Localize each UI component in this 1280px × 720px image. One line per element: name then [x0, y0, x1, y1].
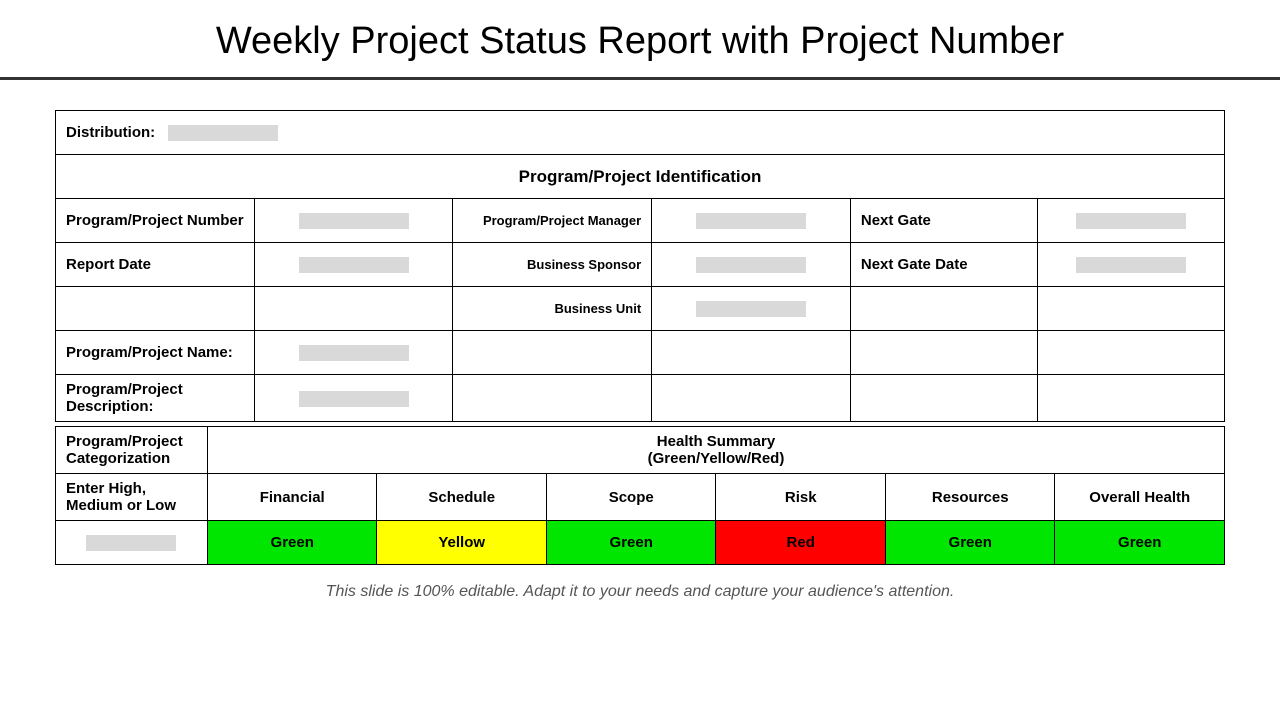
content-area: Distribution: Program/Project Identifica…	[0, 80, 1280, 601]
empty-cell	[1037, 331, 1224, 375]
label-business-sponsor: Business Sponsor	[453, 243, 652, 287]
label-business-unit: Business Unit	[453, 287, 652, 331]
empty-cell	[652, 375, 851, 422]
empty-cell	[56, 287, 255, 331]
col-schedule: Schedule	[377, 474, 547, 521]
label-report-date: Report Date	[56, 243, 255, 287]
health-summary-table: Program/Project Categorization Health Su…	[55, 426, 1225, 565]
distribution-cell: Distribution:	[56, 111, 1225, 155]
distribution-placeholder[interactable]	[168, 125, 278, 141]
label-next-gate-date: Next Gate Date	[850, 243, 1037, 287]
value-project-name[interactable]	[254, 331, 453, 375]
col-risk: Risk	[716, 474, 886, 521]
value-project-description[interactable]	[254, 375, 453, 422]
label-project-number: Program/Project Number	[56, 199, 255, 243]
label-categorization: Program/Project Categorization	[56, 427, 208, 474]
value-report-date[interactable]	[254, 243, 453, 287]
health-summary-line1: Health Summary	[657, 433, 775, 450]
col-resources: Resources	[885, 474, 1055, 521]
empty-cell	[850, 375, 1037, 422]
value-project-number[interactable]	[254, 199, 453, 243]
label-project-description: Program/Project Description:	[56, 375, 255, 422]
empty-cell	[453, 331, 652, 375]
identification-header: Program/Project Identification	[56, 155, 1225, 199]
identification-table: Distribution: Program/Project Identifica…	[55, 110, 1225, 422]
empty-cell	[453, 375, 652, 422]
status-resources: Green	[885, 521, 1055, 565]
empty-cell	[254, 287, 453, 331]
status-financial: Green	[207, 521, 377, 565]
health-summary-line2: (Green/Yellow/Red)	[648, 450, 785, 467]
empty-cell	[850, 287, 1037, 331]
value-enter-level[interactable]	[56, 521, 208, 565]
value-project-manager[interactable]	[652, 199, 851, 243]
status-scope: Green	[546, 521, 716, 565]
status-overall: Green	[1055, 521, 1225, 565]
col-scope: Scope	[546, 474, 716, 521]
page-title: Weekly Project Status Report with Projec…	[0, 0, 1280, 77]
label-project-name: Program/Project Name:	[56, 331, 255, 375]
label-project-manager: Program/Project Manager	[453, 199, 652, 243]
empty-cell	[1037, 287, 1224, 331]
health-summary-header: Health Summary (Green/Yellow/Red)	[207, 427, 1224, 474]
distribution-label: Distribution:	[66, 124, 155, 141]
label-enter-level: Enter High, Medium or Low	[56, 474, 208, 521]
value-business-sponsor[interactable]	[652, 243, 851, 287]
status-schedule: Yellow	[377, 521, 547, 565]
value-next-gate-date[interactable]	[1037, 243, 1224, 287]
col-overall-health: Overall Health	[1055, 474, 1225, 521]
value-business-unit[interactable]	[652, 287, 851, 331]
empty-cell	[850, 331, 1037, 375]
footnote: This slide is 100% editable. Adapt it to…	[55, 583, 1225, 601]
health-values-row: Green Yellow Green Red Green Green	[56, 521, 1225, 565]
empty-cell	[652, 331, 851, 375]
status-risk: Red	[716, 521, 886, 565]
label-next-gate: Next Gate	[850, 199, 1037, 243]
empty-cell	[1037, 375, 1224, 422]
value-next-gate[interactable]	[1037, 199, 1224, 243]
col-financial: Financial	[207, 474, 377, 521]
